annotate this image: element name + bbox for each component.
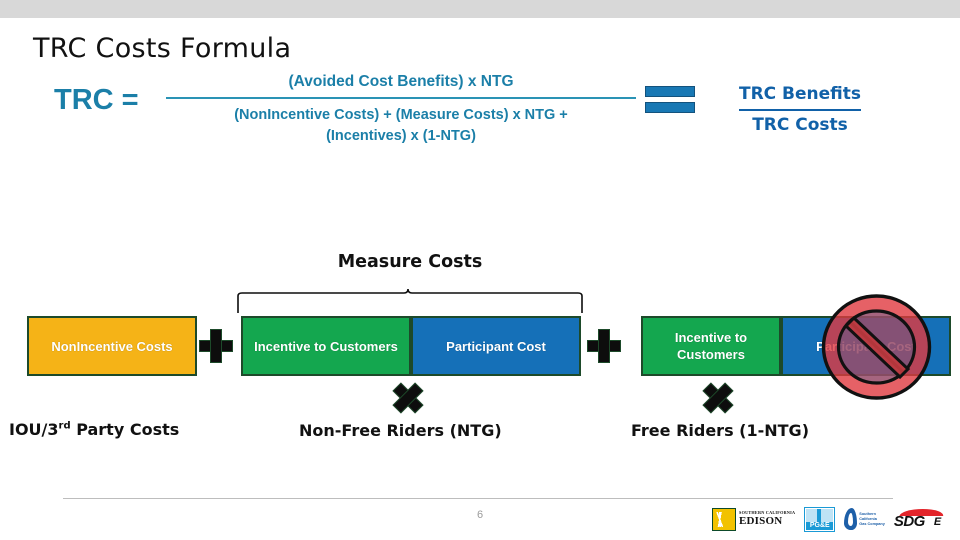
caption-1-tail: Party Costs [70, 420, 180, 439]
no-entry-icon-svg [821, 294, 932, 400]
multiply-icon [700, 380, 736, 416]
ratio-denominator: TRC Costs [752, 115, 848, 135]
participant-cost-box-1[interactable]: Participant Cost [411, 316, 581, 376]
nonincentive-costs-box[interactable]: NonIncentive Costs [27, 316, 197, 376]
caption-1-superscript: rd [58, 420, 71, 432]
trc-equals-label: TRC = [54, 84, 139, 116]
free-riders-caption: Free Riders (1-NTG) [631, 421, 809, 440]
footer-logos: SOUTHERN CALIFORNIA EDISON PG&E Southern… [712, 504, 946, 534]
pge-logo-text: PG&E [806, 521, 834, 530]
caption-1-main: IOU/3 [9, 420, 59, 439]
ratio-numerator: TRC Benefits [738, 80, 862, 111]
footer-divider [63, 498, 893, 499]
page-number: 6 [476, 509, 484, 521]
incentive-to-customers-box-1[interactable]: Incentive to Customers [241, 316, 411, 376]
pge-logo: PG&E [804, 506, 836, 532]
sce-logo: SOUTHERN CALIFORNIA EDISON [712, 507, 795, 531]
socalgas-logo: Southern California Gas Company [844, 508, 885, 530]
measure-costs-label: Measure Costs [337, 252, 483, 272]
sdge-logo-text-tail: E [933, 516, 942, 528]
equals-icon [645, 86, 695, 113]
sdge-logo: SDG E [894, 507, 946, 531]
equals-icon-bar-top [645, 86, 695, 97]
sce-logo-big-text: EDISON [739, 514, 783, 527]
sce-sunburst-icon [712, 507, 736, 531]
fraction-numerator: (Avoided Cost Benefits) x NTG [288, 73, 514, 90]
sce-logo-text: SOUTHERN CALIFORNIA EDISON [739, 511, 795, 526]
socalgas-logo-text: Southern California Gas Company [859, 512, 885, 527]
no-entry-icon [820, 293, 933, 401]
pge-logo-mark [806, 508, 834, 522]
brace-icon [237, 288, 583, 313]
socalgas-flame-icon [844, 508, 858, 530]
iou-third-party-costs-caption: IOU/3rd Party Costs [9, 420, 179, 439]
top-gray-bar [0, 0, 960, 18]
measure-costs-brace [236, 288, 584, 314]
equals-icon-bar-bottom [645, 102, 695, 113]
fraction-denominator: (NonIncentive Costs) + (Measure Costs) x… [166, 105, 636, 147]
non-free-riders-caption: Non-Free Riders (NTG) [299, 421, 502, 440]
socalgas-line-3: Gas Company [859, 521, 885, 526]
fraction-bar [166, 97, 636, 99]
plus-icon [198, 328, 234, 364]
plus-icon [586, 328, 622, 364]
trc-ratio: TRC Benefits TRC Costs [700, 80, 900, 140]
multiply-icon [390, 380, 426, 416]
trc-fraction: (Avoided Cost Benefits) x NTG (NonIncent… [166, 72, 636, 147]
denominator-line-1: (NonIncentive Costs) + (Measure Costs) x… [234, 107, 568, 123]
sdge-logo-text: SDG [893, 513, 926, 530]
page-title: TRC Costs Formula [33, 33, 292, 64]
denominator-line-2: (Incentives) x (1-NTG) [326, 128, 476, 144]
incentive-to-customers-box-2[interactable]: Incentive to Customers [641, 316, 781, 376]
